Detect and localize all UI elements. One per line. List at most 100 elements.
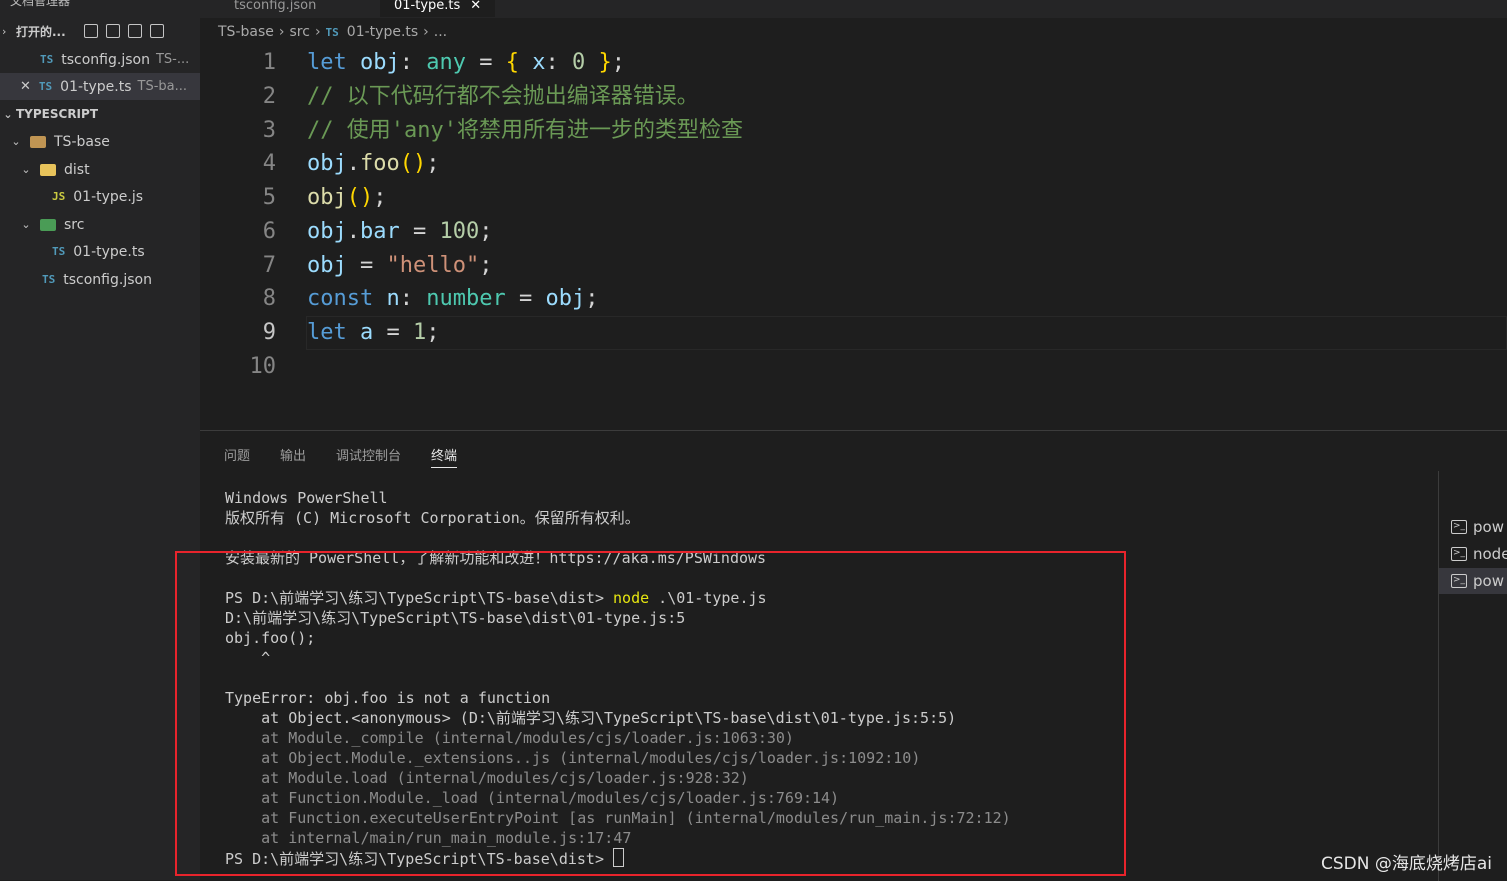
code-text: let obj: any = { x: 0 }; bbox=[307, 50, 625, 75]
line-number: 2 bbox=[262, 84, 276, 109]
tree-file-01-type-js[interactable]: JS 01-type.js bbox=[0, 183, 200, 210]
breadcrumb: TS-base › src › TS 01-type.ts › ... bbox=[218, 20, 447, 44]
code-line: 2 // 以下代码行都不会抛出编译器错误。 bbox=[200, 80, 1507, 114]
file-name: 01-type.ts bbox=[73, 243, 145, 260]
panel-tabs: 问题 输出 调试控制台 终端 bbox=[224, 445, 458, 468]
breadcrumb-item[interactable]: 01-type.ts bbox=[347, 24, 418, 40]
chevron-right-icon: › bbox=[2, 24, 7, 38]
folder-name: TS-base bbox=[54, 133, 110, 150]
open-editor-name: 01-type.ts bbox=[60, 78, 132, 95]
terminal-icon: >_ bbox=[1451, 547, 1467, 561]
tab-problems[interactable]: 问题 bbox=[224, 445, 250, 468]
new-folder-icon[interactable] bbox=[106, 24, 120, 38]
tab-label: tsconfig.json bbox=[234, 0, 317, 13]
save-all-icon[interactable] bbox=[128, 24, 142, 38]
line-number: 7 bbox=[262, 253, 276, 278]
terminal-instance-label: node bbox=[1473, 545, 1507, 563]
close-all-icon[interactable] bbox=[150, 24, 164, 38]
folder-icon bbox=[30, 135, 46, 148]
code-line: 4 obj.foo(); bbox=[200, 147, 1507, 181]
tab-tsconfig[interactable]: tsconfig.json bbox=[220, 0, 330, 17]
typescript-section-header[interactable]: ⌄ TYPESCRIPT bbox=[0, 101, 200, 127]
ts-file-icon: TS bbox=[325, 25, 339, 39]
chevron-down-icon: ⌄ bbox=[11, 135, 21, 148]
folder-name: dist bbox=[64, 161, 90, 178]
code-text: obj.foo(); bbox=[307, 151, 440, 176]
js-file-icon: JS bbox=[52, 190, 66, 203]
open-editor-name: tsconfig.json bbox=[61, 51, 150, 68]
terminal-instance[interactable]: >_ node bbox=[1451, 541, 1507, 567]
tab-01-type[interactable]: 01-type.ts ✕ bbox=[380, 0, 496, 17]
code-text: obj = "hello"; bbox=[307, 253, 493, 278]
line-number: 3 bbox=[262, 118, 276, 143]
file-name: 01-type.js bbox=[73, 188, 144, 205]
open-editor-desc: TS-... bbox=[155, 52, 190, 67]
ts-config-icon: TS bbox=[42, 273, 56, 286]
breadcrumb-item[interactable]: TS-base bbox=[218, 24, 274, 40]
tab-debug-console[interactable]: 调试控制台 bbox=[336, 445, 401, 468]
line-number: 4 bbox=[262, 151, 276, 176]
file-name: tsconfig.json bbox=[63, 271, 152, 288]
code-line: 6 obj.bar = 100; bbox=[200, 215, 1507, 249]
close-icon[interactable]: ✕ bbox=[20, 79, 31, 94]
code-line: 8 const n: number = obj; bbox=[200, 282, 1507, 316]
line-number: 9 bbox=[262, 320, 276, 345]
sidebar-cut-header: 文档管理器 bbox=[10, 0, 71, 8]
chevron-down-icon: ⌄ bbox=[3, 107, 13, 121]
terminal-instance-selected[interactable]: >_ pow bbox=[1439, 568, 1507, 594]
tree-file-01-type-ts[interactable]: TS 01-type.ts bbox=[0, 238, 200, 265]
code-editor[interactable]: 1 let obj: any = { x: 0 }; 2 // 以下代码行都不会… bbox=[200, 44, 1507, 430]
tree-file-tsconfig[interactable]: TS tsconfig.json bbox=[0, 266, 200, 293]
tab-output[interactable]: 输出 bbox=[280, 445, 306, 468]
src-folder-icon bbox=[40, 218, 56, 231]
line-number: 5 bbox=[262, 185, 276, 210]
tree-folder-dist[interactable]: ⌄ dist bbox=[0, 156, 200, 183]
chevron-down-icon: ⌄ bbox=[21, 163, 31, 176]
breadcrumb-item[interactable]: ... bbox=[434, 24, 447, 40]
open-editor-01-type[interactable]: ✕ TS 01-type.ts TS-ba... bbox=[0, 73, 200, 100]
breadcrumb-item[interactable]: src bbox=[289, 24, 309, 40]
chevron-down-icon: ⌄ bbox=[21, 218, 31, 231]
dist-folder-icon bbox=[40, 163, 56, 176]
ts-file-icon: TS bbox=[52, 245, 66, 258]
tree-folder-ts-base[interactable]: ⌄ TS-base bbox=[0, 128, 200, 155]
watermark: CSDN @海底烧烤店ai bbox=[1320, 854, 1492, 874]
ts-config-icon: TS bbox=[40, 53, 54, 66]
explorer-sidebar: 文档管理器 › 打开的... TS tsconfig.json TS-... ✕… bbox=[0, 0, 200, 880]
terminal-icon: >_ bbox=[1451, 574, 1467, 588]
new-file-icon[interactable] bbox=[84, 24, 98, 38]
terminal-line: Windows PowerShell bbox=[225, 489, 388, 507]
chevron-right-icon: › bbox=[423, 24, 429, 40]
code-line: 5 obj(); bbox=[200, 181, 1507, 215]
tab-label: 01-type.ts bbox=[394, 0, 461, 13]
chevron-right-icon: › bbox=[314, 24, 321, 40]
folder-name: src bbox=[64, 216, 85, 233]
chevron-right-icon: › bbox=[278, 24, 285, 40]
terminal-instance[interactable]: >_ pow bbox=[1451, 514, 1504, 540]
tree-folder-src[interactable]: ⌄ src bbox=[0, 211, 200, 238]
editor-tab-strip: tsconfig.json 01-type.ts ✕ bbox=[200, 0, 1507, 18]
terminal-list: >_ pow >_ node >_ pow bbox=[1438, 471, 1507, 881]
code-line: 7 obj = "hello"; bbox=[200, 249, 1507, 283]
terminal-icon: >_ bbox=[1451, 520, 1467, 534]
code-line-current: 9 let a = 1; bbox=[200, 316, 1507, 350]
open-editor-desc: TS-ba... bbox=[137, 79, 188, 94]
line-number: 1 bbox=[262, 50, 276, 75]
code-line: 3 // 使用'any'将禁用所有进一步的类型检查 bbox=[200, 114, 1507, 148]
tab-terminal[interactable]: 终端 bbox=[431, 445, 458, 468]
code-text: let a = 1; bbox=[307, 320, 440, 345]
code-comment: // 使用'any'将禁用所有进一步的类型检查 bbox=[307, 118, 743, 143]
line-number: 8 bbox=[262, 286, 276, 311]
line-number: 10 bbox=[249, 354, 277, 379]
terminal-line: 版权所有 (C) Microsoft Corporation。保留所有权利。 bbox=[225, 509, 640, 527]
code-comment: // 以下代码行都不会抛出编译器错误。 bbox=[307, 84, 699, 109]
code-text: const n: number = obj; bbox=[307, 286, 599, 311]
terminal-instance-label: pow bbox=[1473, 572, 1504, 590]
code-line: 10 bbox=[200, 350, 1507, 384]
current-line-highlight bbox=[306, 316, 1507, 350]
close-icon[interactable]: ✕ bbox=[470, 0, 481, 13]
open-editors-header[interactable]: › 打开的... bbox=[0, 18, 200, 44]
code-text: obj(); bbox=[307, 185, 387, 210]
code-line: 1 let obj: any = { x: 0 }; bbox=[200, 46, 1507, 80]
open-editor-tsconfig[interactable]: TS tsconfig.json TS-... bbox=[0, 46, 200, 73]
